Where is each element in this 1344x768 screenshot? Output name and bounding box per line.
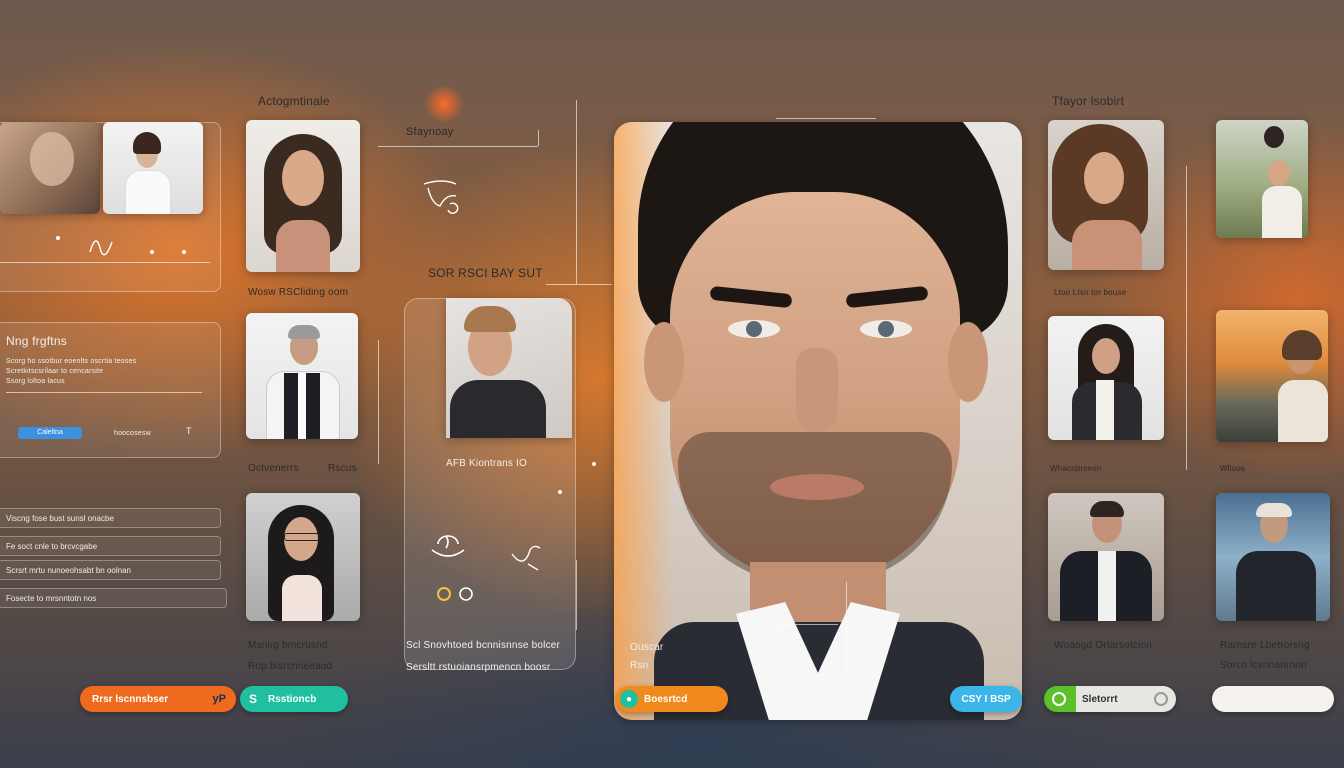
settings-line: Ssorg loltoa lacus <box>6 378 65 385</box>
list-item[interactable]: Scrsrt mrtu nunoeohsabt bn oolnan <box>0 560 221 580</box>
photo-caption: Whacnbrseon <box>1050 464 1102 473</box>
profile-photo-woman-glasses[interactable] <box>246 493 360 621</box>
connector-line <box>1186 166 1187 470</box>
connector-line <box>576 100 577 284</box>
glow-orb <box>424 84 464 124</box>
indicator-dot <box>56 236 60 240</box>
portrait-caption: Rsn <box>630 660 649 671</box>
featured-card-line: Scl Snovhtoed bcnnisnnse bolcer <box>406 640 561 651</box>
button-label: Rrsr lscnnsbser <box>92 693 169 705</box>
connector-line <box>576 560 577 630</box>
action-button-white[interactable] <box>1212 686 1334 712</box>
column-title-right: Tfayor lsobirt <box>1052 94 1125 108</box>
settings-aside-text: hoocosesw <box>114 430 151 437</box>
action-button-green[interactable]: Sletorrt <box>1044 686 1176 712</box>
column-title-left: Actogmtinale <box>258 94 330 108</box>
action-button-teal[interactable]: S Rsstioncb <box>240 686 348 712</box>
button-label: CSY I BSP <box>961 693 1011 705</box>
profile-photo-woman-scarf[interactable] <box>1048 316 1164 440</box>
photo-caption: Ltoo Ltsn tor bouse <box>1054 288 1127 297</box>
section-title-small: Sfaynoay <box>406 126 454 138</box>
settings-line: Scretkitscsrilaar to cencarsite <box>6 368 104 375</box>
profile-photo-older-man[interactable] <box>246 313 358 439</box>
photo-caption: Rop bisrchneeaod <box>248 661 333 672</box>
connector-line <box>776 118 876 119</box>
profile-photo-woman-white[interactable] <box>103 122 203 214</box>
featured-card-caption: AFB Kiontrans IO <box>446 458 528 469</box>
photo-caption: Rscus <box>328 463 357 474</box>
profile-photo-curly-woman[interactable] <box>1048 120 1164 270</box>
photo-caption: Sorco lcvnnanrnon <box>1220 660 1307 671</box>
button-label: Rsstioncb <box>268 693 317 705</box>
profile-photo-sunset-woman[interactable] <box>1216 310 1328 442</box>
connector-line <box>846 582 847 672</box>
settings-divider <box>6 392 202 393</box>
settings-line: Scorg ho ssotbur eoenlts oscrtia teoses <box>6 358 137 365</box>
connector-line <box>778 624 779 654</box>
featured-card-line: Sersltt rstuoiansrpmencn boosr <box>406 662 551 673</box>
featured-portrait-man[interactable] <box>614 122 1022 720</box>
s-icon: S <box>248 692 257 706</box>
connector-line <box>378 340 379 464</box>
user-icon: ● <box>620 690 638 708</box>
list-item[interactable]: Fosecte to mrsnntotn nos <box>0 588 227 608</box>
indicator-dot <box>558 490 562 494</box>
action-button-blue[interactable]: CSY I BSP <box>950 686 1022 712</box>
coffee-icon <box>431 535 465 557</box>
portrait-caption: Ouscar <box>630 642 664 653</box>
settings-action-button[interactable]: Caleltna <box>18 427 82 439</box>
refresh-icon <box>1052 692 1066 706</box>
button-label: Boesrtcd <box>644 693 688 705</box>
button-label: Sletorrt <box>1082 693 1118 705</box>
photo-caption: Msnirg bmcrusnd <box>248 640 328 651</box>
section-heading: SOR RSCI BAY SUT <box>428 266 543 280</box>
list-item-label: Scrsrt mrtu nunoeohsabt bn oolnan <box>6 565 131 575</box>
photo-caption: Octvenerrs <box>248 463 299 474</box>
settings-aside-mark: T <box>186 426 192 436</box>
action-button-profile[interactable]: ● Boesrtcd <box>616 686 728 712</box>
list-item[interactable]: Viscng fose bust sunsl onacbe <box>0 508 221 528</box>
profile-photo-outdoor-couple[interactable] <box>1216 120 1308 238</box>
list-item-label: Fosecte to mrsnntotn nos <box>6 593 97 603</box>
profile-photo-man-sky[interactable] <box>1216 493 1330 621</box>
signature-icon <box>423 180 459 214</box>
settings-heading: Nng frgftns <box>6 334 67 348</box>
profile-photo-woman-brunette[interactable] <box>246 120 360 272</box>
location-icon <box>437 587 473 601</box>
connector-line <box>778 624 838 625</box>
list-item-label: Viscng fose bust sunsl onacbe <box>6 513 114 523</box>
photo-caption: Wosw RSCliding oom <box>248 287 349 298</box>
action-button-orange[interactable]: Rrsr lscnnsbser yP <box>80 686 236 712</box>
connector-line <box>378 146 538 147</box>
connector-line <box>546 284 612 285</box>
connector-line <box>538 130 539 146</box>
button-badge: yP <box>212 693 226 705</box>
profile-photo-left-blur[interactable] <box>0 122 100 214</box>
indicator-dot <box>182 250 186 254</box>
profile-photo-blond-man[interactable] <box>446 298 572 438</box>
left-divider-line <box>0 262 210 263</box>
list-item-label: Fe soct cnle to brcvcgabe <box>6 541 98 551</box>
photo-caption: Woaogd Ortarsotcion <box>1054 640 1153 651</box>
photo-caption: Wlloos <box>1220 464 1246 473</box>
indicator-dot <box>592 462 596 466</box>
list-item[interactable]: Fe soct cnle to brcvcgabe <box>0 536 221 556</box>
profile-photo-man-suit[interactable] <box>1048 493 1164 621</box>
indicator-dot <box>150 250 154 254</box>
photo-caption: Rarnsre Lbetrorsng <box>1220 640 1310 651</box>
toggle-indicator-icon <box>1154 692 1168 706</box>
signature-icon <box>89 240 113 256</box>
signature-icon <box>511 545 541 571</box>
